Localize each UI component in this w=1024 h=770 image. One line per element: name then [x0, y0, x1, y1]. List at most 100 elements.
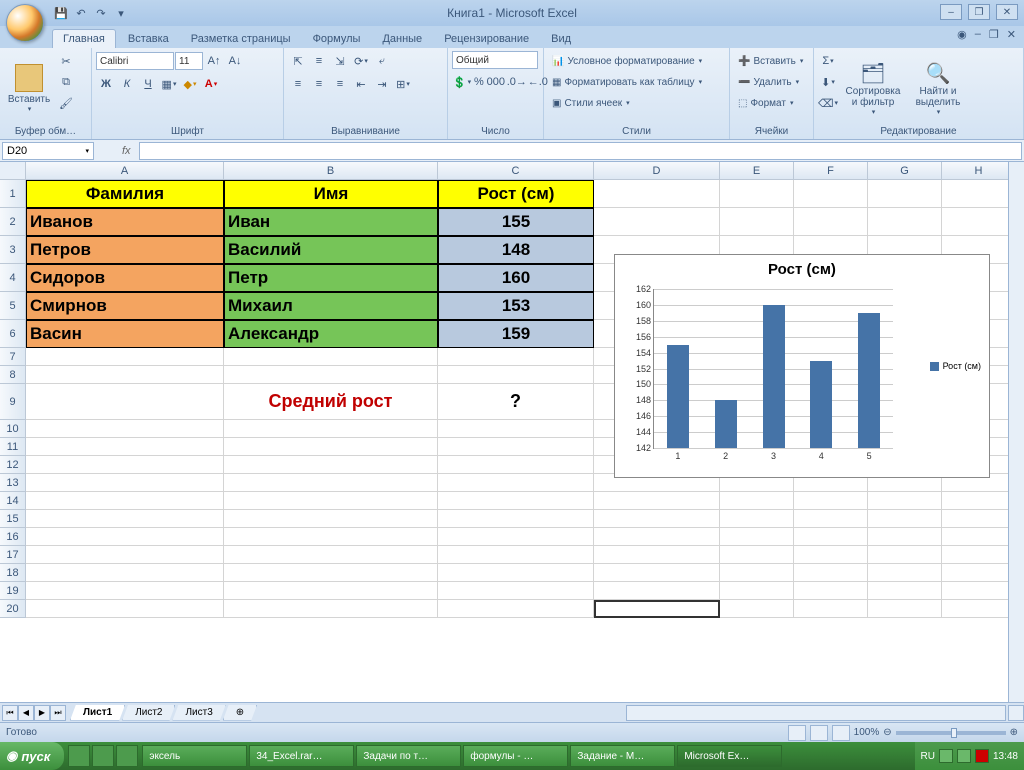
- cell-A8[interactable]: [26, 366, 224, 384]
- row-header-10[interactable]: 10: [0, 420, 26, 438]
- cell-B9[interactable]: Средний рост: [224, 384, 438, 420]
- cell-B18[interactable]: [224, 564, 438, 582]
- select-all-corner[interactable]: [0, 162, 26, 180]
- cell-E17[interactable]: [720, 546, 794, 564]
- cell-C1[interactable]: Рост (см): [438, 180, 594, 208]
- format-cells-button[interactable]: ⬚ Формат▾: [734, 93, 809, 113]
- cell-C17[interactable]: [438, 546, 594, 564]
- row-header-3[interactable]: 3: [0, 236, 26, 264]
- row-header-16[interactable]: 16: [0, 528, 26, 546]
- cell-D1[interactable]: [594, 180, 720, 208]
- cell-C13[interactable]: [438, 474, 594, 492]
- autosum-icon[interactable]: Σ▾: [818, 51, 838, 71]
- indent-dec-icon[interactable]: ⇤: [351, 74, 371, 94]
- maximize-button[interactable]: ❐: [968, 4, 990, 20]
- cell-F15[interactable]: [794, 510, 868, 528]
- cell-B17[interactable]: [224, 546, 438, 564]
- number-format-combo[interactable]: Общий: [452, 51, 538, 69]
- sheet-nav-next[interactable]: ▶: [34, 705, 50, 721]
- cell-C15[interactable]: [438, 510, 594, 528]
- sheet-nav-first[interactable]: ⏮: [2, 705, 18, 721]
- doc-restore-button[interactable]: ❐: [989, 28, 999, 41]
- tray-icon-2[interactable]: [957, 749, 971, 763]
- tray-icon-3[interactable]: [975, 749, 989, 763]
- cell-A6[interactable]: Васин: [26, 320, 224, 348]
- insert-cells-button[interactable]: ➕ Вставить▾: [734, 51, 809, 71]
- chart-bar-1[interactable]: [667, 345, 689, 448]
- cell-B15[interactable]: [224, 510, 438, 528]
- cell-C4[interactable]: 160: [438, 264, 594, 292]
- cell-G18[interactable]: [868, 564, 942, 582]
- cell-B6[interactable]: Александр: [224, 320, 438, 348]
- cell-G19[interactable]: [868, 582, 942, 600]
- cell-A20[interactable]: [26, 600, 224, 618]
- align-left-icon[interactable]: ≡: [288, 74, 308, 94]
- cell-C9[interactable]: ?: [438, 384, 594, 420]
- sort-filter-button[interactable]: 🗂 Сортировка и фильтр▾: [840, 51, 906, 125]
- sheet-nav-last[interactable]: ⏭: [50, 705, 66, 721]
- cell-D20[interactable]: [594, 600, 720, 618]
- cell-B11[interactable]: [224, 438, 438, 456]
- zoom-out-button[interactable]: ⊖: [883, 727, 891, 738]
- name-box[interactable]: D20▾: [2, 142, 94, 160]
- align-top-icon[interactable]: ⇱: [288, 51, 308, 71]
- row-header-15[interactable]: 15: [0, 510, 26, 528]
- cell-B16[interactable]: [224, 528, 438, 546]
- column-header-G[interactable]: G: [868, 162, 942, 180]
- row-header-9[interactable]: 9: [0, 384, 26, 420]
- cell-D18[interactable]: [594, 564, 720, 582]
- currency-icon[interactable]: 💲▾: [452, 72, 472, 92]
- cell-C16[interactable]: [438, 528, 594, 546]
- zoom-slider[interactable]: [896, 731, 1006, 735]
- help-icon[interactable]: ◉: [957, 28, 967, 41]
- cell-B10[interactable]: [224, 420, 438, 438]
- start-button[interactable]: ◉ пуск: [0, 742, 64, 770]
- merge-button[interactable]: ⊞▾: [393, 74, 413, 94]
- clear-icon[interactable]: ⌫▾: [818, 93, 838, 113]
- column-header-A[interactable]: A: [26, 162, 224, 180]
- tab-home[interactable]: Главная: [52, 29, 116, 48]
- cell-G15[interactable]: [868, 510, 942, 528]
- minimize-button[interactable]: –: [940, 4, 962, 20]
- cell-B5[interactable]: Михаил: [224, 292, 438, 320]
- quicklaunch-2[interactable]: [92, 745, 114, 767]
- cell-A5[interactable]: Смирнов: [26, 292, 224, 320]
- embedded-chart[interactable]: Рост (см) Рост (см) 14214414614815015215…: [614, 254, 990, 478]
- doc-close-button[interactable]: ✕: [1007, 28, 1016, 41]
- cell-D16[interactable]: [594, 528, 720, 546]
- cell-E18[interactable]: [720, 564, 794, 582]
- italic-button[interactable]: К: [117, 74, 137, 94]
- copy-icon[interactable]: ⧉: [56, 72, 76, 92]
- cell-A11[interactable]: [26, 438, 224, 456]
- cell-E16[interactable]: [720, 528, 794, 546]
- format-as-table-button[interactable]: ▦ Форматировать как таблицу ▾: [548, 72, 725, 92]
- cell-B19[interactable]: [224, 582, 438, 600]
- cell-H17[interactable]: [942, 546, 1016, 564]
- align-right-icon[interactable]: ≡: [330, 74, 350, 94]
- column-header-E[interactable]: E: [720, 162, 794, 180]
- cell-C3[interactable]: 148: [438, 236, 594, 264]
- paste-button[interactable]: Вставить▾: [4, 51, 54, 125]
- row-header-13[interactable]: 13: [0, 474, 26, 492]
- cell-A16[interactable]: [26, 528, 224, 546]
- cell-A12[interactable]: [26, 456, 224, 474]
- qat-customize-icon[interactable]: ▾: [112, 4, 130, 22]
- cell-H14[interactable]: [942, 492, 1016, 510]
- cell-B20[interactable]: [224, 600, 438, 618]
- cell-G20[interactable]: [868, 600, 942, 618]
- fill-icon[interactable]: ⬇▾: [818, 72, 838, 92]
- tab-insert[interactable]: Вставка: [118, 30, 179, 48]
- shrink-font-icon[interactable]: A↓: [225, 51, 245, 71]
- cell-C14[interactable]: [438, 492, 594, 510]
- cell-E15[interactable]: [720, 510, 794, 528]
- cell-A3[interactable]: Петров: [26, 236, 224, 264]
- row-header-7[interactable]: 7: [0, 348, 26, 366]
- percent-icon[interactable]: %: [473, 72, 485, 92]
- cell-C11[interactable]: [438, 438, 594, 456]
- cell-E2[interactable]: [720, 208, 794, 236]
- formula-input[interactable]: [139, 142, 1022, 160]
- row-header-17[interactable]: 17: [0, 546, 26, 564]
- chart-bar-3[interactable]: [763, 305, 785, 448]
- row-header-12[interactable]: 12: [0, 456, 26, 474]
- column-header-D[interactable]: D: [594, 162, 720, 180]
